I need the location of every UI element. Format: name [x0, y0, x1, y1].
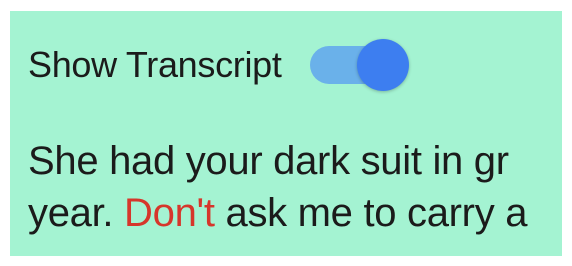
transcript-line-1: She had your dark suit in gr — [28, 139, 509, 183]
show-transcript-setting: Show Transcript — [28, 35, 410, 95]
show-transcript-toggle[interactable] — [309, 35, 410, 95]
transcript-text: She had your dark suit in gr year. Don't… — [28, 135, 527, 239]
transcript-panel: Show Transcript She had your dark suit i… — [10, 11, 562, 256]
transcript-line-2-end: ask me to carry a — [214, 191, 528, 235]
show-transcript-label: Show Transcript — [28, 44, 282, 85]
transcript-line-2-start: year. — [28, 191, 125, 235]
transcript-line-2: year. Don't ask me to carry a — [28, 187, 527, 239]
toggle-thumb[interactable] — [356, 39, 409, 91]
highlighted-word: Don't — [124, 191, 215, 235]
